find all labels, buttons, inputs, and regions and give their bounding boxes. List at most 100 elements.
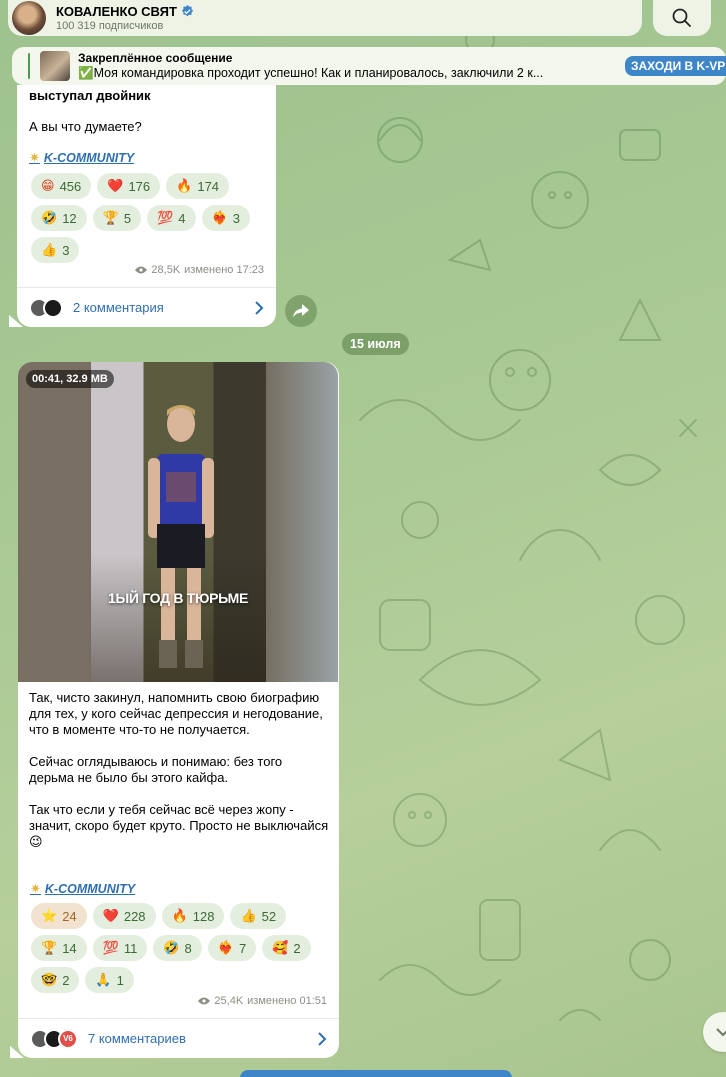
reaction-emoji-icon: ❤️‍🔥 — [217, 940, 234, 955]
reaction-emoji-icon: 👍 — [41, 242, 58, 257]
reaction-count: 7 — [238, 940, 247, 956]
reaction-pill[interactable]: ❤️‍🔥 3 — [201, 205, 250, 231]
reaction-pill[interactable]: ❤️ 228 — [92, 903, 156, 929]
reaction-emoji-icon: 😁 — [41, 178, 55, 193]
search-button[interactable] — [653, 0, 711, 36]
reaction-emoji-icon: ❤️ — [102, 908, 119, 923]
post-text: А вы что думаете? — [29, 119, 142, 134]
scroll-down-button[interactable] — [703, 1012, 726, 1052]
comments-button[interactable]: 2 комментария — [17, 287, 276, 327]
reaction-count: 12 — [62, 210, 77, 226]
pinned-message-bar[interactable]: Закреплённое сообщение ✅Моя командировка… — [12, 47, 726, 85]
video-preview[interactable]: 00:41, 32.9 MB 1ЫЙ ГОД В ТЮРЬМЕ — [18, 362, 338, 682]
channel-avatar[interactable] — [12, 1, 46, 35]
reaction-pill[interactable]: 🤣 12 — [31, 205, 87, 231]
view-count: 25,4K — [214, 995, 244, 1007]
reaction-emoji-icon: 👍 — [240, 908, 257, 923]
post-paragraph: Так, чисто закинул, напомнить свою биогр… — [29, 690, 323, 737]
video-duration-badge: 00:41, 32.9 MB — [26, 370, 114, 388]
views-icon — [198, 997, 211, 1005]
edited-time: изменено 17:23 — [184, 264, 264, 276]
reaction-emoji-icon: 🔥 — [171, 908, 188, 923]
reaction-emoji-icon: 🥰 — [272, 940, 289, 955]
reaction-emoji-icon: 🏆 — [102, 210, 119, 225]
post-meta: 25,4K изменено 01:51 — [198, 995, 327, 1007]
reaction-count: 4 — [178, 210, 186, 226]
reaction-pill[interactable]: 🤓 2 — [31, 967, 80, 993]
channel-name: КОВАЛЕНКО СВЯТ — [56, 4, 177, 19]
reaction-pill[interactable]: 🏆 14 — [31, 935, 87, 961]
reaction-emoji-icon: 🤣 — [41, 210, 58, 225]
reaction-pill[interactable]: ❤️ 176 — [97, 173, 161, 199]
reaction-pill[interactable]: ⭐ 24 — [31, 903, 87, 929]
reaction-count: 174 — [197, 178, 220, 194]
comments-button[interactable]: V6 7 комментариев — [18, 1018, 339, 1058]
reaction-count: 52 — [261, 908, 277, 924]
comments-label: 2 комментария — [73, 300, 164, 315]
person-figure — [148, 405, 214, 668]
reaction-count: 2 — [62, 972, 70, 988]
video-caption: 1ЫЙ ГОД В ТЮРЬМЕ — [107, 590, 248, 606]
reaction-emoji-icon: 🙏 — [95, 972, 112, 987]
chevron-right-icon — [318, 1032, 327, 1046]
reaction-pill[interactable]: 💯 4 — [147, 205, 196, 231]
post-text-bold: выступал двойник — [29, 88, 151, 103]
reaction-pill[interactable]: 🔥 128 — [161, 903, 225, 929]
pinned-action-button[interactable]: ЗАХОДИ В K-VPN — [625, 56, 726, 76]
pinned-message-text: ✅Моя командировка проходит успешно! Как … — [78, 66, 544, 80]
reaction-pill[interactable]: 👍 3 — [31, 237, 80, 263]
post-paragraph: Так что если у тебя сейчас всё через жоп… — [29, 802, 329, 849]
reactions-list: 😁 456 ❤️ 176 🔥 174 🤣 12 🏆 5 💯 4 ❤️‍🔥 3 👍 3 — [31, 173, 271, 263]
community-link-label: K-COMMUNITY — [44, 882, 136, 896]
channel-post: 00:41, 32.9 MB 1ЫЙ ГОД В ТЮРЬМЕ Так, чис… — [18, 362, 339, 1058]
reaction-pill[interactable]: ❤️‍🔥 7 — [207, 935, 257, 961]
reaction-emoji-icon: 🔥 — [176, 178, 193, 193]
reaction-pill[interactable]: 🤣 8 — [153, 935, 202, 961]
channel-header[interactable]: КОВАЛЕНКО СВЯТ 100 319 подписчиков — [8, 0, 642, 36]
reaction-pill[interactable]: 🔥 174 — [166, 173, 230, 199]
chevron-down-icon — [716, 1028, 726, 1037]
pinned-thumbnail — [40, 51, 70, 81]
reaction-emoji-icon: ⭐ — [41, 908, 58, 923]
pinned-indicator — [28, 53, 30, 79]
reaction-emoji-icon: 💯 — [157, 210, 174, 225]
reaction-emoji-icon: 🤓 — [41, 972, 58, 987]
reaction-count: 2 — [293, 940, 301, 956]
share-icon — [293, 304, 309, 318]
reaction-emoji-icon: ❤️ — [107, 178, 124, 193]
verified-badge-icon — [181, 5, 194, 17]
reaction-pill[interactable]: 🙏 1 — [85, 967, 134, 993]
date-separator: 15 июля — [342, 333, 409, 355]
reaction-count: 11 — [123, 940, 138, 956]
community-link[interactable]: ✷ K-COMMUNITY — [29, 150, 134, 166]
reaction-count: 24 — [62, 908, 77, 924]
sparkle-icon: ✷ — [29, 150, 40, 165]
share-button[interactable] — [285, 295, 317, 327]
view-count: 28,5K — [151, 264, 181, 276]
reaction-count: 3 — [62, 242, 70, 258]
reaction-count: 456 — [59, 178, 82, 194]
post-text: Так, чисто закинул, напомнить свою биогр… — [29, 690, 329, 866]
reaction-count: 14 — [62, 940, 77, 956]
commenter-avatar — [43, 297, 63, 318]
bottom-action-bar[interactable] — [240, 1070, 512, 1077]
views-icon — [135, 266, 148, 274]
chevron-right-icon — [255, 301, 264, 315]
subscriber-count: 100 319 подписчиков — [56, 20, 164, 32]
sparkle-icon: ✷ — [30, 881, 41, 896]
reactions-list: ⭐ 24 ❤️ 228 🔥 128 👍 52 🏆 14 💯 11 🤣 8 ❤️‍🔥 7 🥰 2 🤓 2 🙏 1 — [31, 903, 336, 993]
reaction-pill[interactable]: 🥰 2 — [262, 935, 311, 961]
commenter-avatar: V6 — [58, 1028, 78, 1049]
reaction-pill[interactable]: 💯 11 — [92, 935, 148, 961]
reaction-emoji-icon: 🤣 — [163, 940, 180, 955]
reaction-pill[interactable]: 🏆 5 — [92, 205, 142, 231]
reaction-count: 1 — [116, 972, 124, 988]
community-link[interactable]: ✷ K-COMMUNITY — [30, 881, 135, 897]
reaction-pill[interactable]: 👍 52 — [230, 903, 287, 929]
post-meta: 28,5K изменено 17:23 — [135, 264, 264, 276]
reaction-pill[interactable]: 😁 456 — [31, 173, 92, 199]
reaction-emoji-icon: 🏆 — [41, 940, 58, 955]
reaction-count: 228 — [123, 908, 146, 924]
reaction-count: 3 — [232, 210, 240, 226]
comments-label: 7 комментариев — [88, 1031, 186, 1046]
